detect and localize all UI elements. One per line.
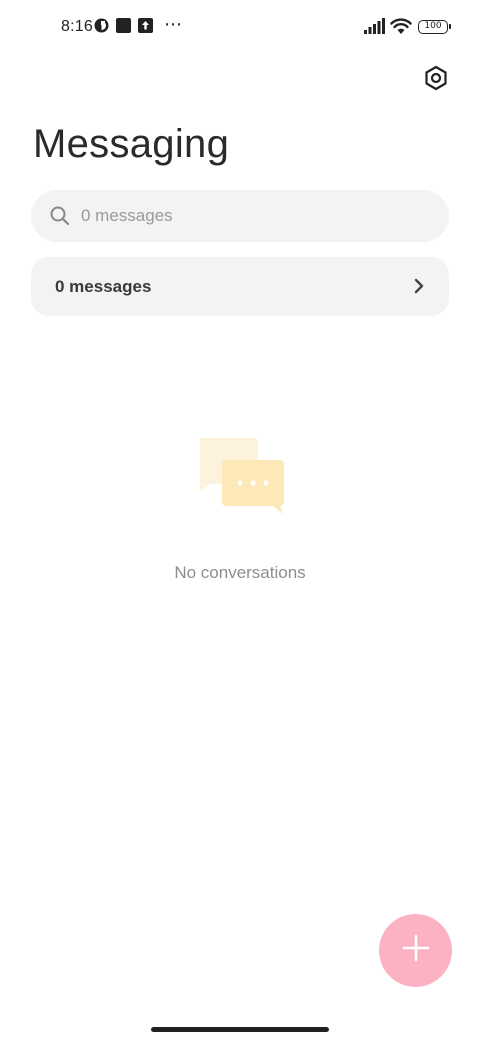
search-icon (49, 205, 71, 232)
signal-icon (364, 16, 386, 41)
messages-row-label: 0 messages (55, 277, 152, 296)
circle-half-icon (94, 18, 109, 38)
status-bar: 8:16 ⋯ 100 (0, 0, 480, 56)
chat-bubbles-icon (196, 436, 286, 521)
upload-icon (138, 18, 153, 38)
wifi-icon (390, 17, 412, 40)
messages-summary-row[interactable]: 0 messages (31, 257, 449, 316)
settings-button[interactable] (420, 64, 452, 96)
search-input[interactable] (81, 190, 431, 242)
search-bar[interactable] (31, 190, 449, 242)
battery-icon: 100 (418, 20, 451, 34)
status-time: 8:16 (61, 18, 93, 35)
chevron-right-icon (413, 277, 425, 300)
square-icon (116, 18, 131, 38)
home-indicator[interactable] (151, 1027, 329, 1032)
empty-state-text: No conversations (174, 563, 306, 582)
gear-icon (423, 65, 449, 96)
page-title: Messaging (33, 122, 230, 166)
plus-icon (402, 934, 430, 967)
new-conversation-button[interactable] (379, 914, 452, 987)
messaging-screen: 8:16 ⋯ 100 Messaging 0 messages 0 messag… (0, 0, 480, 1040)
more-icon: ⋯ (164, 14, 183, 34)
